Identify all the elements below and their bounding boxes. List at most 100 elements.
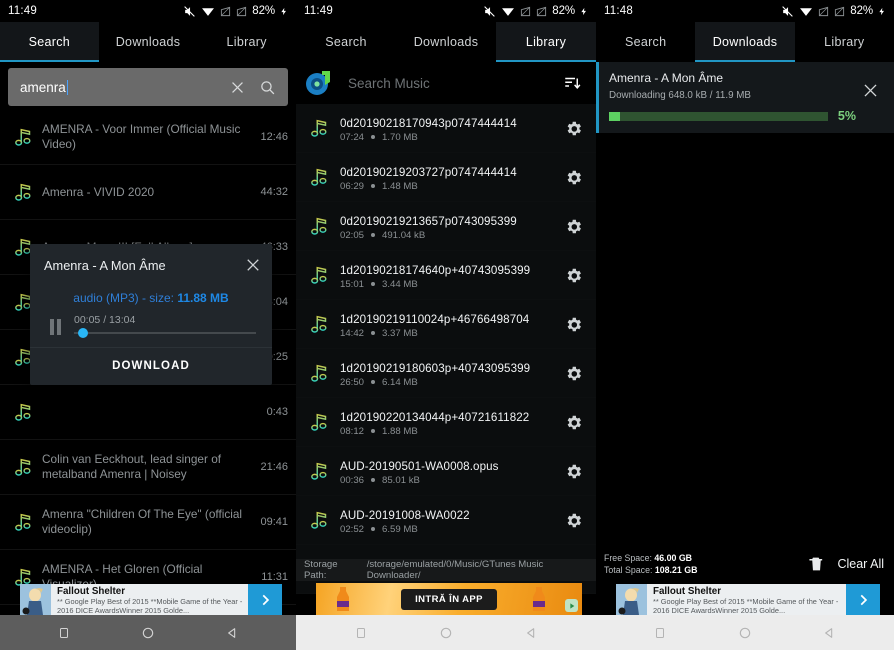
recent-apps-icon[interactable] (47, 616, 81, 650)
ad-icon (20, 584, 51, 615)
track-title: 1d20190219110024p+46766498704 (340, 313, 529, 326)
home-icon[interactable] (429, 616, 463, 650)
phone-screen-library: 11:49 82% Search Downloads Library (296, 0, 596, 650)
ad-banner-fallout-right[interactable]: Fallout Shelter ** Google Play Best of 2… (596, 581, 894, 615)
search-result-row[interactable]: AMENRA - Voor Immer (Official Music Vide… (0, 110, 296, 165)
phone-screen-search: 11:49 82% Search Downloads Library amenr… (0, 0, 296, 650)
tab-downloads[interactable]: Downloads (99, 22, 198, 62)
music-note-icon (302, 165, 338, 189)
search-result-duration: 12:46 (260, 131, 288, 143)
tab-library[interactable]: Library (197, 22, 296, 62)
storage-path-value: /storage/emulated/0/Music/GTunes Music D… (367, 559, 596, 581)
tab-downloads[interactable]: Downloads (396, 22, 496, 62)
track-title: AUD-20190501-WA0008.opus (340, 460, 499, 473)
search-result-row[interactable]: Colin van Eeckhout, lead singer of metal… (0, 440, 296, 495)
search-result-row[interactable]: Amenra - VIVID 202044:32 (0, 165, 296, 220)
ad-icon (616, 584, 647, 615)
track-meta: 00:3685.01 kB (340, 475, 560, 486)
track-meta: 08:121.88 MB (340, 426, 560, 437)
music-note-icon (13, 125, 35, 149)
music-note-icon (302, 459, 338, 483)
search-input[interactable]: amenra (20, 80, 222, 95)
home-icon[interactable] (131, 616, 165, 650)
pause-icon[interactable] (42, 313, 68, 335)
music-note-icon (302, 312, 338, 336)
status-bar: 11:49 82% (296, 0, 596, 22)
library-track-list[interactable]: 0d20190218170943p074744441407:241.70 MB0… (296, 104, 596, 594)
ad-banner-fallout-left[interactable]: Fallout Shelter ** Google Play Best of 2… (0, 581, 296, 615)
track-title: 1d20190220134044p+40721611822 (340, 411, 529, 424)
music-note-icon (309, 165, 331, 189)
library-track-row[interactable]: 0d20190218170943p074744441407:241.70 MB (296, 104, 596, 153)
tab-search[interactable]: Search (0, 22, 99, 62)
back-icon[interactable] (813, 616, 847, 650)
ad-cta-button[interactable]: INTRĂ ÎN APP (401, 589, 497, 610)
track-meta: 06:291.48 MB (340, 181, 560, 192)
search-result-title: Colin van Eeckhout, lead singer of metal… (42, 452, 260, 482)
download-item[interactable]: Amenra - A Mon Âme Downloading 648.0 kB … (596, 62, 894, 133)
library-track-row[interactable]: 1d20190220134044p+40721611822 08:121.88 M… (296, 398, 596, 447)
ad-play-badge-icon[interactable] (565, 599, 578, 612)
status-bar-icons: 82% (781, 5, 886, 18)
music-note-icon (6, 455, 42, 479)
gear-icon[interactable] (560, 266, 586, 285)
recent-apps-icon[interactable] (344, 616, 378, 650)
tab-search[interactable]: Search (596, 22, 695, 62)
signal-icon-2 (834, 5, 845, 18)
track-size: 3.37 MB (382, 328, 418, 339)
tab-library[interactable]: Library (496, 22, 596, 62)
music-note-icon (6, 180, 42, 204)
library-track-row[interactable]: 1d20190219110024p+4676649870414:423.37 M… (296, 300, 596, 349)
separator-dot (371, 331, 375, 335)
back-icon[interactable] (514, 616, 548, 650)
tab-search[interactable]: Search (296, 22, 396, 62)
player-track: 00:05 / 13:04 (68, 314, 258, 334)
music-note-icon (13, 510, 35, 534)
separator-dot (371, 282, 375, 286)
library-track-row[interactable]: 1d20190218174640p+4074309539915:013.44 M… (296, 251, 596, 300)
search-icon[interactable] (252, 72, 282, 102)
gear-icon[interactable] (560, 364, 586, 383)
back-icon[interactable] (215, 616, 249, 650)
dialog-header: Amenra - A Mon Âme (30, 244, 272, 281)
home-icon[interactable] (728, 616, 762, 650)
gear-icon[interactable] (560, 217, 586, 236)
recent-apps-icon[interactable] (643, 616, 677, 650)
clear-all-button[interactable]: Clear All (831, 557, 884, 571)
sort-icon[interactable] (558, 74, 586, 92)
track-duration: 07:24 (340, 132, 364, 143)
track-duration: 06:29 (340, 181, 364, 192)
player-seekbar[interactable] (74, 332, 256, 334)
library-track-row[interactable]: AUD-20190501-WA0008.opus 00:3685.01 kB (296, 447, 596, 496)
gear-icon[interactable] (560, 119, 586, 138)
seekbar-knob[interactable] (78, 328, 88, 338)
gear-icon[interactable] (560, 413, 586, 432)
music-note-icon (309, 459, 331, 483)
ad-banner-fanta[interactable]: INTRĂ ÎN APP (296, 581, 596, 615)
library-track-row[interactable]: AUD-20191008-WA002202:526.59 MB (296, 496, 596, 545)
ad-cta-arrow-icon[interactable] (248, 584, 282, 615)
library-track-row[interactable]: 1d20190219180603p+4074309539926:506.14 M… (296, 349, 596, 398)
download-button[interactable]: DOWNLOAD (30, 347, 272, 385)
search-result-row[interactable]: Amenra "Children Of The Eye" (official v… (0, 495, 296, 550)
gear-icon[interactable] (560, 168, 586, 187)
ad-cta-arrow-icon[interactable] (846, 584, 880, 615)
signal-icon-2 (236, 5, 247, 18)
android-nav-bar-2 (296, 615, 596, 650)
gear-icon[interactable] (560, 315, 586, 334)
battery-percent: 82% (252, 5, 275, 17)
search-result-row[interactable]: 0:43 (0, 385, 296, 440)
library-track-row[interactable]: 0d20190219203727p074744441406:291.48 MB (296, 153, 596, 202)
gear-icon[interactable] (560, 462, 586, 481)
trash-icon[interactable] (801, 554, 831, 574)
close-icon[interactable] (244, 256, 262, 279)
search-result-title: AMENRA - Voor Immer (Official Music Vide… (42, 122, 260, 152)
gear-icon[interactable] (560, 511, 586, 530)
tab-downloads[interactable]: Downloads (695, 22, 794, 62)
tab-library[interactable]: Library (795, 22, 894, 62)
clear-icon[interactable] (222, 72, 252, 102)
library-track-row[interactable]: 0d20190219213657p074309539902:05491.04 k… (296, 202, 596, 251)
cancel-download-icon[interactable] (856, 71, 884, 100)
search-bar[interactable]: amenra (8, 68, 288, 106)
library-search-input[interactable]: Search Music (334, 76, 558, 91)
